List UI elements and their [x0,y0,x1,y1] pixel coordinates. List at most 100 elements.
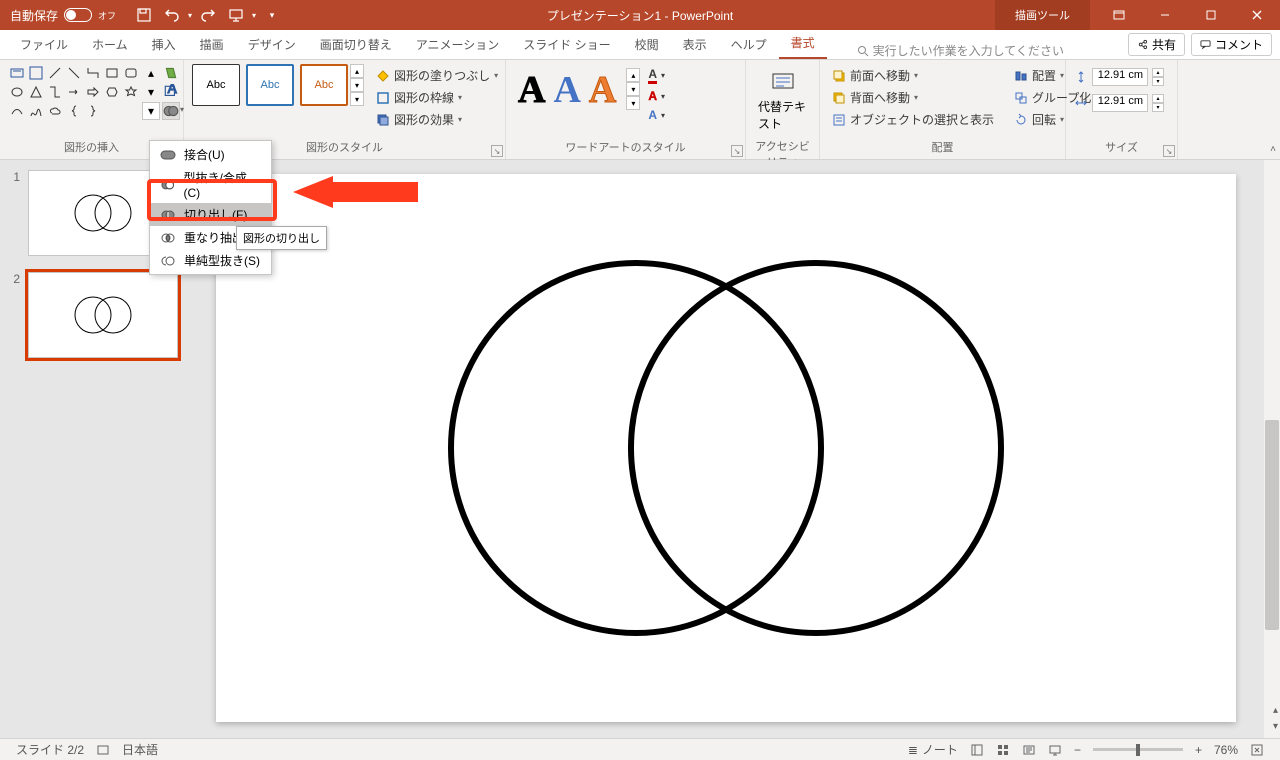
shape-textbox2-icon[interactable] [27,64,45,82]
width-input[interactable]: 12.91 cm [1092,94,1148,112]
wordart-gallery[interactable]: A A A [514,64,620,123]
text-fill-button[interactable]: A▾ [644,66,669,85]
width-spin-down[interactable]: ▾ [1152,103,1164,112]
tab-help[interactable]: ヘルプ [719,30,779,59]
shape-freeform-icon[interactable] [27,102,45,120]
slideshow-view-icon[interactable] [1042,743,1068,757]
shape-elbow-icon[interactable] [46,83,64,101]
shape-brace-l-icon[interactable] [65,102,83,120]
style-scroll-down-icon[interactable]: ▾ [350,78,364,92]
shape-brace-r-icon[interactable] [84,102,102,120]
close-icon[interactable] [1234,0,1280,30]
edit-shape-icon[interactable] [162,64,180,82]
width-spin-up[interactable]: ▴ [1152,94,1164,103]
vertical-scrollbar[interactable] [1264,160,1280,738]
reading-view-icon[interactable] [1016,743,1042,757]
shape-textbox-icon[interactable] [8,64,26,82]
zoom-in-button[interactable]: + [1189,743,1208,757]
style-swatch-2[interactable]: Abc [246,64,294,106]
style-swatch-1[interactable]: Abc [192,64,240,106]
size-dialog-launcher[interactable]: ↘ [1163,145,1175,157]
gallery-up-icon[interactable]: ▴ [142,64,160,82]
circle-left[interactable] [451,263,821,633]
wordart-dialog-launcher[interactable]: ↘ [731,145,743,157]
shape-fill-button[interactable]: 図形の塗りつぶし [372,66,502,85]
textbox-draw-icon[interactable]: A [162,83,180,101]
fit-to-window-icon[interactable] [1244,743,1270,757]
qat-customize-icon[interactable]: ▾ [260,3,284,27]
zoom-out-button[interactable]: − [1068,743,1087,757]
shape-line-icon[interactable] [46,64,64,82]
shape-arrowblock-icon[interactable] [84,83,102,101]
maximize-icon[interactable] [1188,0,1234,30]
height-field[interactable]: 12.91 cm ▴▾ [1074,68,1169,86]
accessibility-check-icon[interactable] [90,743,116,757]
selection-pane-button[interactable]: オブジェクトの選択と表示 [828,110,998,129]
shape-arrow-icon[interactable] [65,83,83,101]
wordart-sample-3[interactable]: A [589,68,616,119]
style-scroll-up-icon[interactable]: ▴ [350,64,364,78]
merge-shapes-button[interactable] [162,102,180,120]
tab-review[interactable]: 校閲 [623,30,671,59]
height-spin-up[interactable]: ▴ [1152,68,1164,77]
shape-line2-icon[interactable] [65,64,83,82]
zoom-slider[interactable] [1093,748,1183,751]
tab-transitions[interactable]: 画面切り替え [308,30,404,59]
slide-sorter-icon[interactable] [990,743,1016,757]
height-input[interactable]: 12.91 cm [1092,68,1148,86]
shape-star-icon[interactable] [122,83,140,101]
shape-style-gallery[interactable]: Abc Abc Abc [192,64,348,129]
tab-format[interactable]: 書式 [779,28,827,59]
wa-scroll-up-icon[interactable]: ▴ [626,68,640,82]
redo-icon[interactable] [196,3,220,27]
wa-scroll-more-icon[interactable]: ▾ [626,96,640,110]
text-effects-button[interactable]: A▾ [644,107,669,123]
zoom-percentage[interactable]: 76% [1208,743,1244,757]
shape-cloud-icon[interactable] [46,102,64,120]
next-slide-icon[interactable]: ▾ [1273,721,1278,732]
prev-slide-icon[interactable]: ▴ [1273,705,1278,716]
share-button[interactable]: 共有 [1128,33,1185,56]
shape-roundrect-icon[interactable] [122,64,140,82]
menu-subtract[interactable]: 単純型抜き(S) [150,249,271,272]
tab-slideshow[interactable]: スライド ショー [511,30,622,59]
slide-thumbnail-2[interactable] [28,272,178,358]
shape-styles-dialog-launcher[interactable]: ↘ [491,145,503,157]
shape-outline-button[interactable]: 図形の枠線 [372,88,502,107]
shape-triangle-icon[interactable] [27,83,45,101]
wa-scroll-down-icon[interactable]: ▾ [626,82,640,96]
send-backward-button[interactable]: 背面へ移動 [828,88,998,107]
normal-view-icon[interactable] [964,743,990,757]
slide-canvas-area[interactable]: ▴ ▾ [200,160,1280,738]
shape-effects-button[interactable]: 図形の効果 [372,110,502,129]
comments-button[interactable]: コメント [1191,33,1272,56]
menu-union[interactable]: 接合(U) [150,143,271,166]
slide-canvas[interactable] [216,174,1236,722]
scrollbar-thumb[interactable] [1265,420,1279,630]
venn-diagram[interactable] [416,248,1036,648]
gallery-more-icon[interactable]: ▾ [142,102,160,120]
style-swatch-3[interactable]: Abc [300,64,348,106]
menu-fragment[interactable]: 切り出し(F) [150,203,271,226]
minimize-icon[interactable] [1142,0,1188,30]
slide-indicator[interactable]: スライド 2/2 [10,741,90,758]
wordart-sample-2[interactable]: A [553,68,580,119]
tab-animations[interactable]: アニメーション [404,30,512,59]
tell-me-search[interactable]: 実行したい作業を入力してください [857,42,1064,59]
shape-rect-icon[interactable] [103,64,121,82]
tab-view[interactable]: 表示 [671,30,719,59]
autosave-toggle[interactable]: 自動保存 オフ [0,7,126,24]
alt-text-button[interactable]: 代替テキスト [754,64,811,138]
shape-hexagon-icon[interactable] [103,83,121,101]
shapes-gallery[interactable] [8,64,140,120]
shape-oval-icon[interactable] [8,83,26,101]
tab-home[interactable]: ホーム [80,30,140,59]
gallery-down-icon[interactable]: ▾ [142,83,160,101]
height-spin-down[interactable]: ▾ [1152,77,1164,86]
shape-curve-icon[interactable] [8,102,26,120]
save-icon[interactable] [132,3,156,27]
style-scroll-more-icon[interactable]: ▾ [350,92,364,106]
wordart-sample-1[interactable]: A [518,68,545,119]
bring-forward-button[interactable]: 前面へ移動 [828,66,998,85]
notes-button[interactable]: ≣ノート [902,741,964,758]
